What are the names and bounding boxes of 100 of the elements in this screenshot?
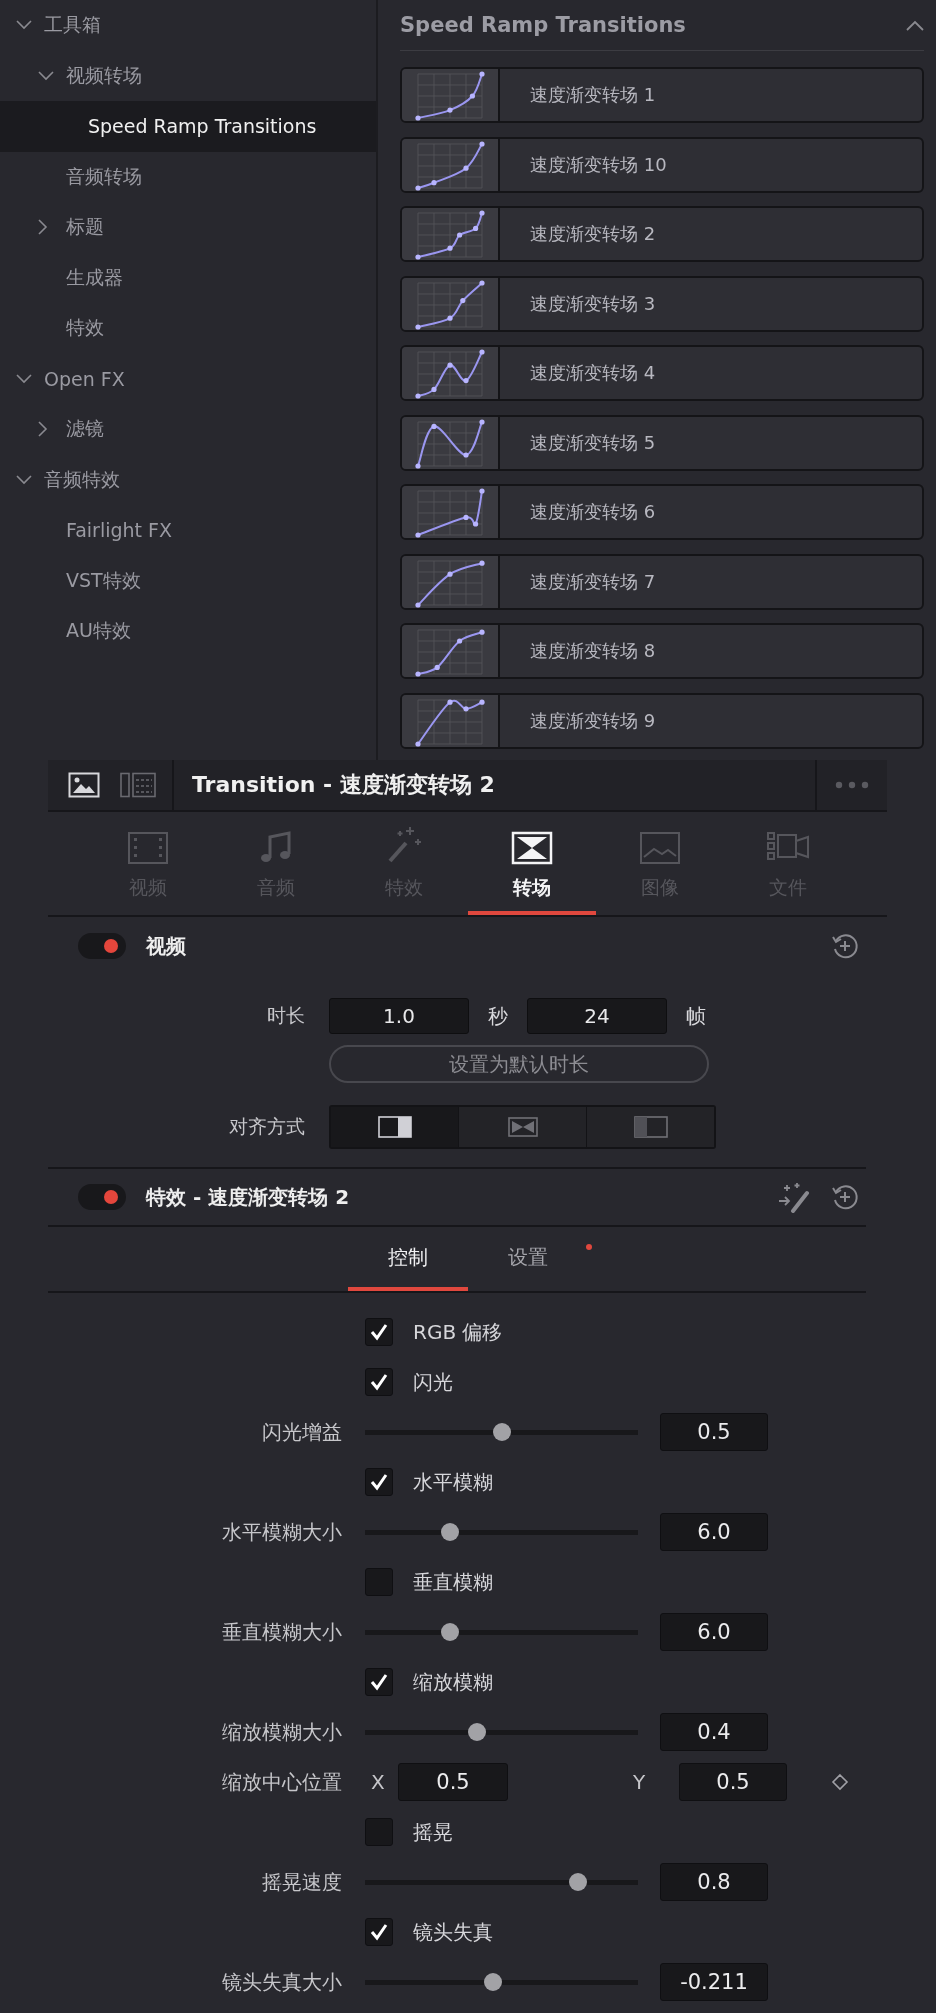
transition-item[interactable]: 速度渐变转场 7: [400, 553, 924, 610]
checkbox-label: 镜头失真: [413, 1918, 493, 1946]
tree-item[interactable]: Fairlight FX: [0, 505, 376, 556]
tree-item[interactable]: 生成器: [0, 252, 376, 303]
value-field[interactable]: 0.5: [679, 1763, 787, 1801]
chevron-down-icon[interactable]: [16, 474, 32, 485]
checkbox[interactable]: [365, 1668, 393, 1696]
tree-item[interactable]: 工具箱: [0, 0, 376, 51]
chevron-down-icon[interactable]: [38, 70, 54, 81]
image-icon: [639, 831, 681, 865]
seconds-field[interactable]: 1.0: [329, 998, 469, 1034]
inspector-title: Transition - 速度渐变转场 2: [191, 771, 496, 799]
tree-item[interactable]: AU特效: [0, 606, 376, 657]
toggle-switch[interactable]: [78, 933, 126, 959]
tree-item[interactable]: 特效: [0, 303, 376, 354]
transition-item[interactable]: 速度渐变转场 4: [400, 345, 924, 401]
speed-curve-icon: [412, 138, 488, 191]
axis-label: Y: [632, 1770, 647, 1794]
transition-item[interactable]: 速度渐变转场 1: [400, 67, 924, 123]
alignment-option[interactable]: [331, 1107, 459, 1147]
image-icon[interactable]: [68, 772, 100, 798]
slider-thumb[interactable]: [568, 1873, 587, 1891]
transition-icon: [511, 831, 553, 865]
align-center-icon: [505, 1115, 540, 1139]
frames-field[interactable]: 24: [527, 998, 667, 1034]
checkbox-label: 摇晃: [413, 1818, 453, 1846]
speed-curve-icon: [412, 486, 488, 538]
value-field[interactable]: -0.211: [660, 1963, 768, 2001]
align-end-icon: [377, 1115, 412, 1139]
speed-curve-icon: [412, 416, 488, 469]
slider-thumb[interactable]: [467, 1723, 486, 1741]
music-note-icon: [259, 831, 293, 865]
tree-item[interactable]: 视频转场: [0, 50, 376, 101]
chevron-down-icon[interactable]: [16, 373, 32, 384]
chevron-right-icon[interactable]: [38, 219, 48, 236]
parameter-label: 镜头失真大小: [221, 1968, 343, 1996]
chevron-right-icon[interactable]: [38, 421, 48, 438]
value-field[interactable]: 6.0: [660, 1513, 768, 1551]
toggle-switch[interactable]: [78, 1184, 126, 1210]
tree-item[interactable]: 音频特效: [0, 454, 376, 505]
transition-item[interactable]: 速度渐变转场 3: [400, 275, 924, 332]
tree-item[interactable]: Open FX: [0, 353, 376, 404]
speed-curve-icon: [412, 277, 488, 330]
film-strip-icon: [127, 831, 169, 865]
check-icon: [369, 1322, 389, 1342]
value-field[interactable]: 0.4: [660, 1713, 768, 1751]
slider-thumb[interactable]: [492, 1423, 511, 1441]
checkbox[interactable]: [365, 1818, 393, 1846]
parameter-label: 缩放模糊大小: [221, 1718, 343, 1746]
parameter-label: 垂直模糊大小: [221, 1618, 343, 1646]
section-title: Speed Ramp Transitions: [400, 13, 686, 37]
reset-icon[interactable]: [831, 932, 859, 960]
check-icon: [369, 1372, 389, 1392]
check-icon: [369, 1922, 389, 1942]
keyframe-icon[interactable]: [831, 1773, 849, 1791]
transition-item[interactable]: 速度渐变转场 8: [400, 623, 924, 679]
parameter-label: 闪光增益: [261, 1418, 343, 1446]
checkbox[interactable]: [365, 1568, 393, 1596]
sub-tab[interactable]: 设置: [468, 1227, 588, 1291]
tree-item[interactable]: VST特效: [0, 555, 376, 606]
transition-item[interactable]: 速度渐变转场 10: [400, 136, 924, 193]
magic-wand-icon[interactable]: [777, 1181, 811, 1213]
transition-item[interactable]: 速度渐变转场 6: [400, 484, 924, 540]
inspector-tab[interactable]: 转场: [468, 812, 596, 915]
parameter-label: 水平模糊大小: [221, 1518, 343, 1546]
unit-label: 帧: [685, 1002, 707, 1030]
checkbox-label: 水平模糊: [413, 1468, 493, 1496]
checkbox[interactable]: [365, 1468, 393, 1496]
check-icon: [369, 1472, 389, 1492]
duration-label: 时长: [266, 1003, 306, 1028]
chevron-down-icon[interactable]: [16, 20, 32, 31]
checkbox[interactable]: [365, 1918, 393, 1946]
tree-item[interactable]: 音频转场: [0, 151, 376, 202]
value-field[interactable]: 0.5: [660, 1413, 768, 1451]
set-default-duration-button[interactable]: 设置为默认时长: [329, 1045, 709, 1083]
speed-curve-icon: [412, 208, 488, 260]
slider-thumb[interactable]: [484, 1973, 503, 1991]
transition-item[interactable]: 速度渐变转场 2: [400, 206, 924, 262]
parameter-label: 摇晃速度: [261, 1868, 343, 1896]
value-field[interactable]: 0.5: [398, 1763, 508, 1801]
value-field[interactable]: 0.8: [660, 1863, 768, 1901]
tree-item[interactable]: 标题: [0, 202, 376, 253]
checkbox[interactable]: [365, 1318, 393, 1346]
slider-thumb[interactable]: [440, 1623, 459, 1641]
tree-item[interactable]: 滤镜: [0, 404, 376, 455]
checkbox[interactable]: [365, 1368, 393, 1396]
value-field[interactable]: 6.0: [660, 1613, 768, 1651]
section-title: 特效 - 速度渐变转场 2: [146, 1183, 351, 1211]
checkbox-label: RGB 偏移: [413, 1318, 503, 1346]
speed-curve-icon: [412, 69, 488, 121]
sub-tab[interactable]: 控制: [348, 1227, 468, 1291]
checkbox-label: 缩放模糊: [413, 1668, 493, 1696]
slider-thumb[interactable]: [440, 1523, 459, 1541]
transition-item[interactable]: 速度渐变转场 9: [400, 692, 924, 749]
chevron-up-icon[interactable]: [906, 19, 924, 31]
tree-item[interactable]: Speed Ramp Transitions: [0, 101, 376, 152]
panel-layout-icon[interactable]: [120, 772, 156, 798]
transition-item[interactable]: 速度渐变转场 5: [400, 414, 924, 471]
checkbox-label: 闪光: [413, 1368, 453, 1396]
reset-icon[interactable]: [831, 1183, 859, 1211]
